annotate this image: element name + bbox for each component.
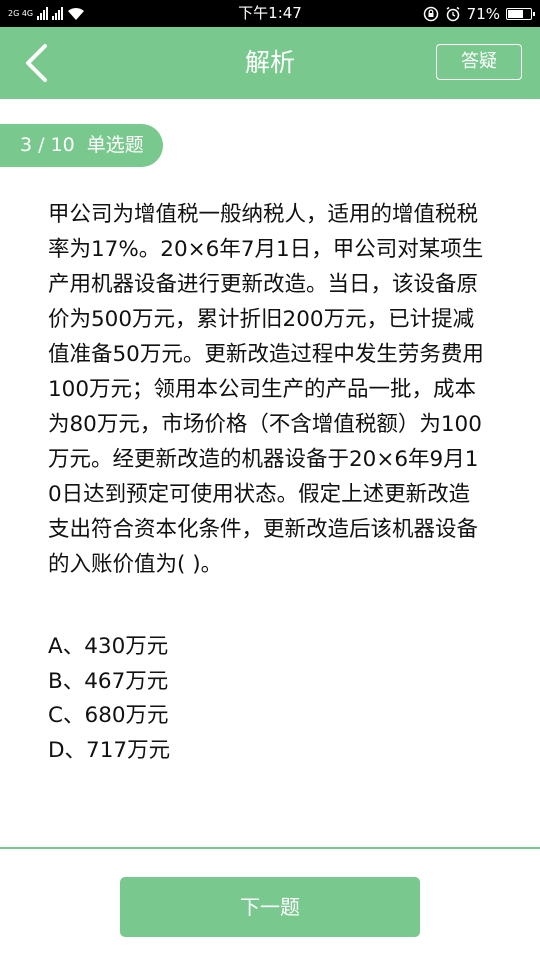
rotation-lock-icon — [423, 6, 438, 21]
battery-percent: 71% — [466, 4, 500, 23]
option-d[interactable]: D、717万元 — [48, 734, 170, 769]
option-b[interactable]: B、467万元 — [48, 665, 170, 700]
header: 解析 答疑 — [0, 27, 540, 99]
next-question-button[interactable]: 下一题 — [120, 877, 420, 937]
option-c[interactable]: C、680万元 — [48, 699, 170, 734]
question-text: 甲公司为增值税一般纳税人，适用的增值税税率为17%。20×6年7月1日，甲公司对… — [48, 202, 484, 577]
question-progress: 3 / 10 — [20, 134, 75, 156]
options-list: A、430万元 B、467万元 C、680万元 D、717万元 — [48, 630, 170, 768]
status-right: 71% — [423, 0, 535, 27]
question-badge: 3 / 10 单选题 — [0, 124, 163, 167]
ask-question-button[interactable]: 答疑 — [436, 44, 522, 80]
option-a[interactable]: A、430万元 — [48, 630, 170, 665]
battery-fill — [508, 9, 523, 18]
footer-divider — [0, 847, 540, 849]
alarm-icon — [446, 6, 460, 21]
status-bar: 2G 4G 下午1:47 71% — [0, 0, 540, 27]
battery-icon — [506, 7, 535, 20]
question-type: 单选题 — [86, 134, 144, 156]
